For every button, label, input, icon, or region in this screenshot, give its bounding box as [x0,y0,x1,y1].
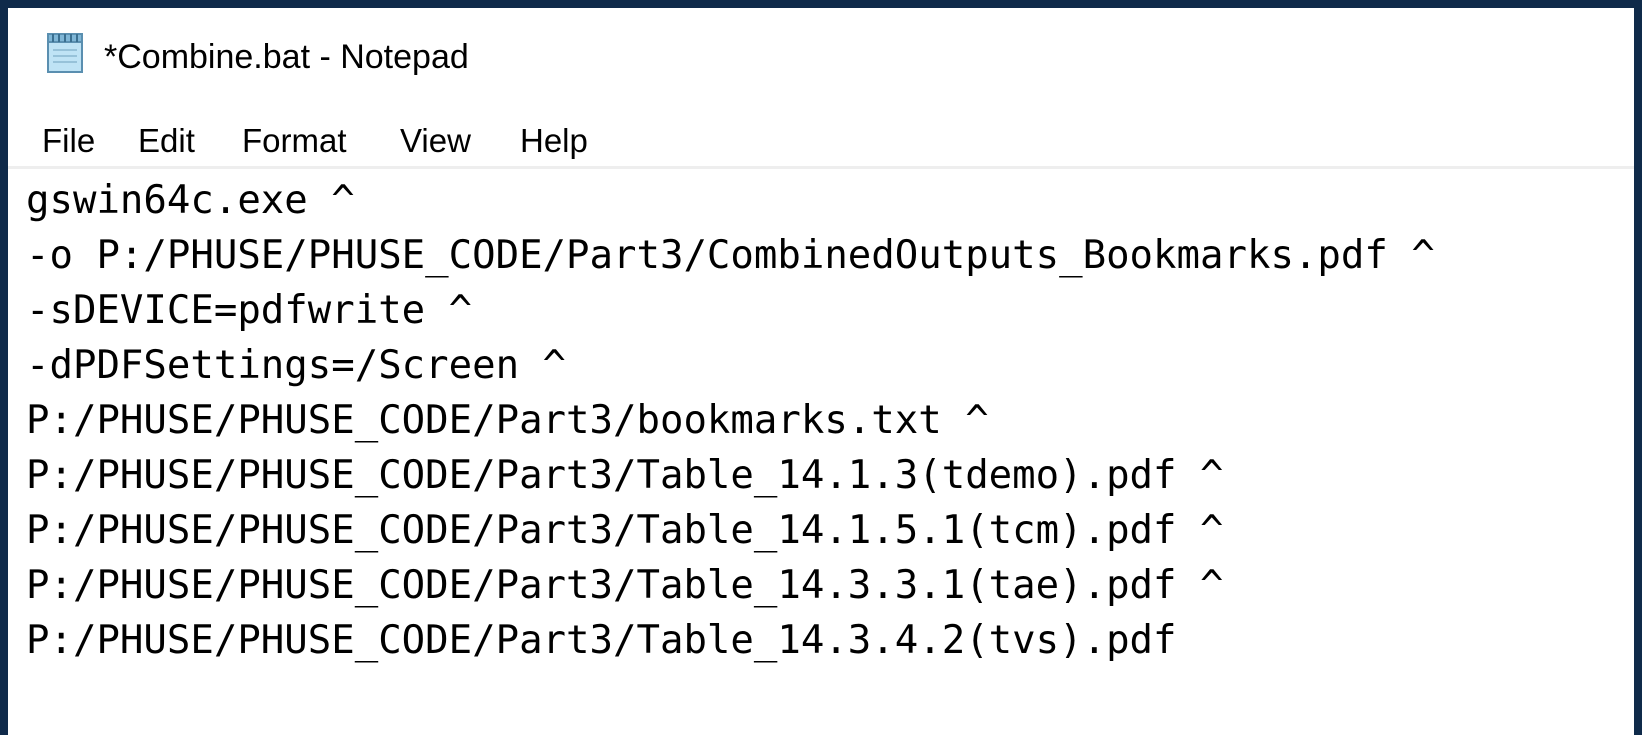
notepad-icon [47,33,83,73]
window-title: *Combine.bat - Notepad [104,38,469,76]
menu-edit[interactable]: Edit [134,122,199,160]
editor-line: gswin64c.exe ^ [26,178,355,223]
editor-line: P:/PHUSE/PHUSE_CODE/Part3/Table_14.3.4.2… [26,618,1177,663]
editor-line: -sDEVICE=pdfwrite ^ [26,288,473,333]
menu-file[interactable]: File [38,122,99,160]
editor-line: P:/PHUSE/PHUSE_CODE/Part3/bookmarks.txt … [26,398,989,443]
editor-line: P:/PHUSE/PHUSE_CODE/Part3/Table_14.1.5.1… [26,508,1224,553]
menu-view[interactable]: View [396,122,475,160]
editor-line: P:/PHUSE/PHUSE_CODE/Part3/Table_14.1.3(t… [26,453,1224,498]
menu-bar: File Edit Format View Help [8,114,1634,169]
menu-format[interactable]: Format [238,122,351,160]
title-bar[interactable]: *Combine.bat - Notepad [8,8,1634,106]
editor-line: -o P:/PHUSE/PHUSE_CODE/Part3/CombinedOut… [26,233,1435,278]
text-editor-area[interactable]: gswin64c.exe ^ -o P:/PHUSE/PHUSE_CODE/Pa… [8,169,1634,735]
menu-help[interactable]: Help [516,122,592,160]
editor-line: P:/PHUSE/PHUSE_CODE/Part3/Table_14.3.3.1… [26,563,1224,608]
desktop-background: *Combine.bat - Notepad File Edit Format … [0,0,1642,735]
editor-line: -dPDFSettings=/Screen ^ [26,343,567,388]
notepad-window: *Combine.bat - Notepad File Edit Format … [8,8,1634,735]
